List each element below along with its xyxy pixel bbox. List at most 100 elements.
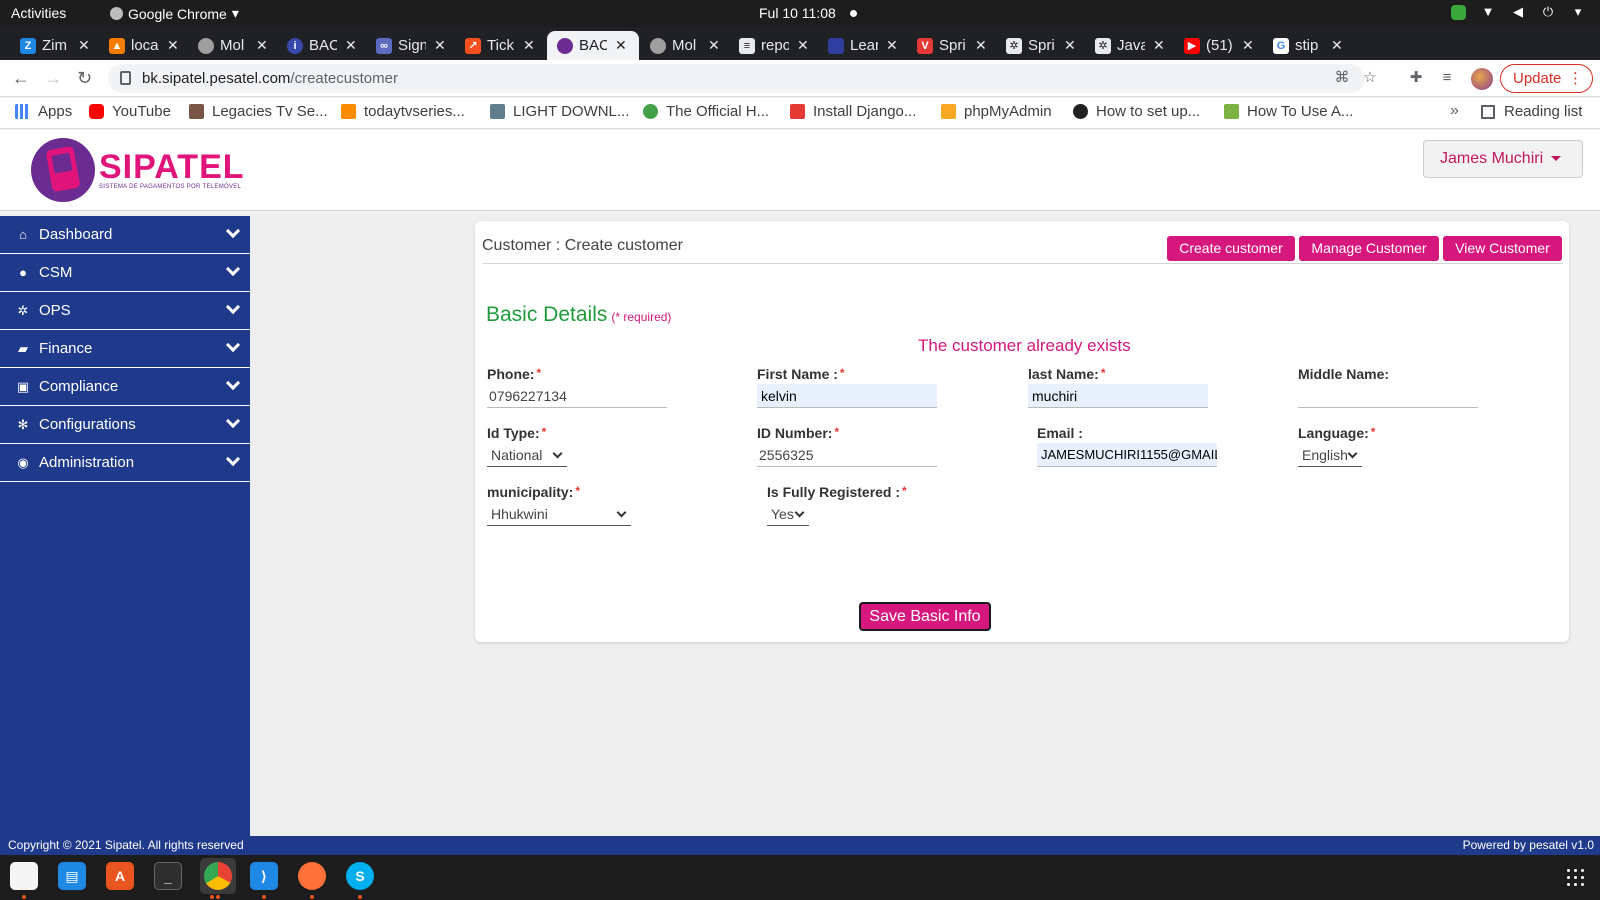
address-bar[interactable]: bk.sipatel.pesatel.com/createcustomer ⌘ …	[108, 64, 1377, 93]
close-tab-icon[interactable]: ✕	[975, 37, 987, 54]
chrome-icon	[110, 7, 123, 20]
translate-icon[interactable]: ⌘	[1333, 69, 1351, 87]
close-tab-icon[interactable]: ✕	[78, 37, 90, 54]
phone-input[interactable]	[487, 384, 667, 408]
skype-icon[interactable]: S	[346, 862, 374, 890]
create-customer-button[interactable]: Create customer	[1167, 236, 1295, 261]
forward-icon[interactable]: →	[44, 68, 62, 89]
browser-tab[interactable]: ▲ loca ✕	[99, 31, 179, 60]
bookmark-how-to-set-up[interactable]: How to set up...	[1073, 103, 1200, 120]
bookmark-official[interactable]: The Official H...	[643, 103, 769, 120]
manage-customer-button[interactable]: Manage Customer	[1299, 236, 1439, 261]
browser-tab[interactable]: Lear ✕	[818, 31, 898, 60]
book-icon: ▰	[18, 340, 28, 356]
id-type-select[interactable]: National	[487, 443, 567, 467]
profile-avatar[interactable]	[1471, 68, 1493, 90]
bookmark-install-django[interactable]: Install Django...	[790, 103, 916, 120]
notification-dot-icon	[849, 9, 857, 17]
middle-name-label: Middle Name:	[1298, 366, 1390, 382]
close-tab-icon[interactable]: ✕	[615, 37, 627, 54]
browser-tab[interactable]: ✲ Java ✕	[1085, 31, 1165, 60]
bookmark-phpmyadmin[interactable]: phpMyAdmin	[941, 103, 1052, 120]
close-tab-icon[interactable]: ✕	[434, 37, 446, 54]
bookmark-legacies[interactable]: Legacies Tv Se...	[189, 103, 328, 120]
close-tab-icon[interactable]: ✕	[523, 37, 535, 54]
browser-tab[interactable]: Mol ✕	[188, 31, 268, 60]
page-footer: Copyright © 2021 Sipatel. All rights res…	[0, 836, 1600, 855]
close-tab-icon[interactable]: ✕	[167, 37, 179, 54]
wifi-icon: ▼	[1481, 4, 1495, 19]
municipality-select[interactable]: Hhukwini	[487, 502, 631, 526]
first-name-label: First Name : *	[757, 366, 845, 382]
id-number-input[interactable]	[757, 443, 937, 467]
sipatel-logo[interactable]: SIPATEL SISTEMA DE PAGAMENTOS POR TELEMÓ…	[31, 138, 245, 202]
sidebar-item-compliance[interactable]: ▣ Compliance	[0, 368, 250, 406]
reading-list-button[interactable]: Reading list	[1481, 103, 1582, 120]
first-name-input[interactable]	[757, 384, 937, 408]
browser-tab[interactable]: V Spri ✕	[907, 31, 987, 60]
terminal-icon[interactable]: _	[154, 862, 182, 890]
extensions-icon[interactable]: ✚	[1407, 69, 1425, 87]
close-tab-icon[interactable]: ✕	[797, 37, 809, 54]
browser-tab[interactable]: ∞ Sign ✕	[366, 31, 446, 60]
sidebar-item-administration[interactable]: ◉ Administration	[0, 444, 250, 482]
update-button[interactable]: Update ⋮	[1500, 64, 1593, 93]
close-tab-icon[interactable]: ✕	[886, 37, 898, 54]
show-apps-icon[interactable]	[1567, 869, 1585, 887]
clock[interactable]: Ful 10 11:08	[759, 5, 857, 21]
firefox-icon[interactable]	[298, 862, 326, 890]
activities-button[interactable]: Activities	[11, 5, 66, 21]
last-name-input[interactable]	[1028, 384, 1208, 408]
bookmark-apps[interactable]: Apps	[15, 103, 72, 120]
app-menu[interactable]: Google Chrome ▾	[110, 5, 239, 22]
user-menu-button[interactable]: James Muchiri	[1423, 140, 1583, 178]
v-icon: V	[917, 37, 933, 54]
bookmark-todaytvseries[interactable]: todaytvseries...	[341, 103, 465, 120]
sidebar-item-csm[interactable]: ● CSM	[0, 254, 250, 292]
system-tray[interactable]: ▼ ◀ ⏻ ▾	[1451, 4, 1586, 20]
sidebar-item-ops[interactable]: ✲ OPS	[0, 292, 250, 330]
sidebar-item-dashboard[interactable]: ⌂ Dashboard	[0, 216, 250, 254]
back-icon[interactable]: ←	[12, 68, 30, 89]
fully-registered-select[interactable]: Yes	[767, 502, 809, 526]
browser-tab[interactable]: ✲ Spri ✕	[996, 31, 1076, 60]
save-basic-info-button[interactable]: Save Basic Info	[859, 602, 991, 631]
bookmark-youtube[interactable]: YouTube	[89, 103, 171, 120]
writer-app-icon[interactable]: ▤	[58, 862, 86, 890]
files-app-icon[interactable]	[10, 862, 38, 890]
bookmark-light-download[interactable]: LIGHT DOWNL...	[490, 103, 629, 120]
close-tab-icon[interactable]: ✕	[1064, 37, 1076, 54]
chrome-app-icon[interactable]	[204, 862, 232, 890]
browser-tab[interactable]: Z Zim ✕	[10, 31, 90, 60]
middle-name-input[interactable]	[1298, 384, 1478, 408]
reload-icon[interactable]: ↻	[77, 68, 92, 89]
close-tab-icon[interactable]: ✕	[1153, 37, 1165, 54]
sidebar-item-finance[interactable]: ▰ Finance	[0, 330, 250, 368]
software-center-icon[interactable]: A	[106, 862, 134, 890]
sidebar-item-configurations[interactable]: ✻ Configurations	[0, 406, 250, 444]
browser-tab[interactable]: ≡ repo ✕	[729, 31, 809, 60]
close-tab-icon[interactable]: ✕	[1331, 37, 1343, 54]
browser-tab[interactable]: i BAC ✕	[277, 31, 357, 60]
close-tab-icon[interactable]: ✕	[345, 37, 357, 54]
vscode-icon[interactable]: ⟩	[250, 862, 278, 890]
media-control-icon[interactable]: ≡	[1438, 69, 1456, 87]
bookmark-star-icon[interactable]: ☆	[1361, 69, 1379, 87]
view-customer-button[interactable]: View Customer	[1443, 236, 1562, 261]
update-notifier-icon[interactable]	[1451, 4, 1466, 20]
close-tab-icon[interactable]: ✕	[1242, 37, 1254, 54]
browser-tab[interactable]: Gstip ✕	[1263, 31, 1343, 60]
browser-tab-active[interactable]: BAC ✕	[547, 31, 639, 60]
divider	[483, 263, 1563, 264]
close-tab-icon[interactable]: ✕	[256, 37, 268, 54]
close-tab-icon[interactable]: ✕	[708, 37, 720, 54]
download-icon	[490, 104, 505, 119]
language-select[interactable]: English	[1298, 443, 1362, 467]
browser-tab[interactable]: ↗ Tick ✕	[455, 31, 535, 60]
browser-tab[interactable]: Mol ✕	[640, 31, 720, 60]
email-input[interactable]	[1037, 443, 1217, 467]
bookmark-how-to-use[interactable]: How To Use A...	[1224, 103, 1353, 120]
bookmarks-overflow-icon[interactable]: »	[1450, 102, 1459, 120]
browser-tab[interactable]: ▶ (51) ✕	[1174, 31, 1254, 60]
running-indicator	[22, 895, 26, 899]
